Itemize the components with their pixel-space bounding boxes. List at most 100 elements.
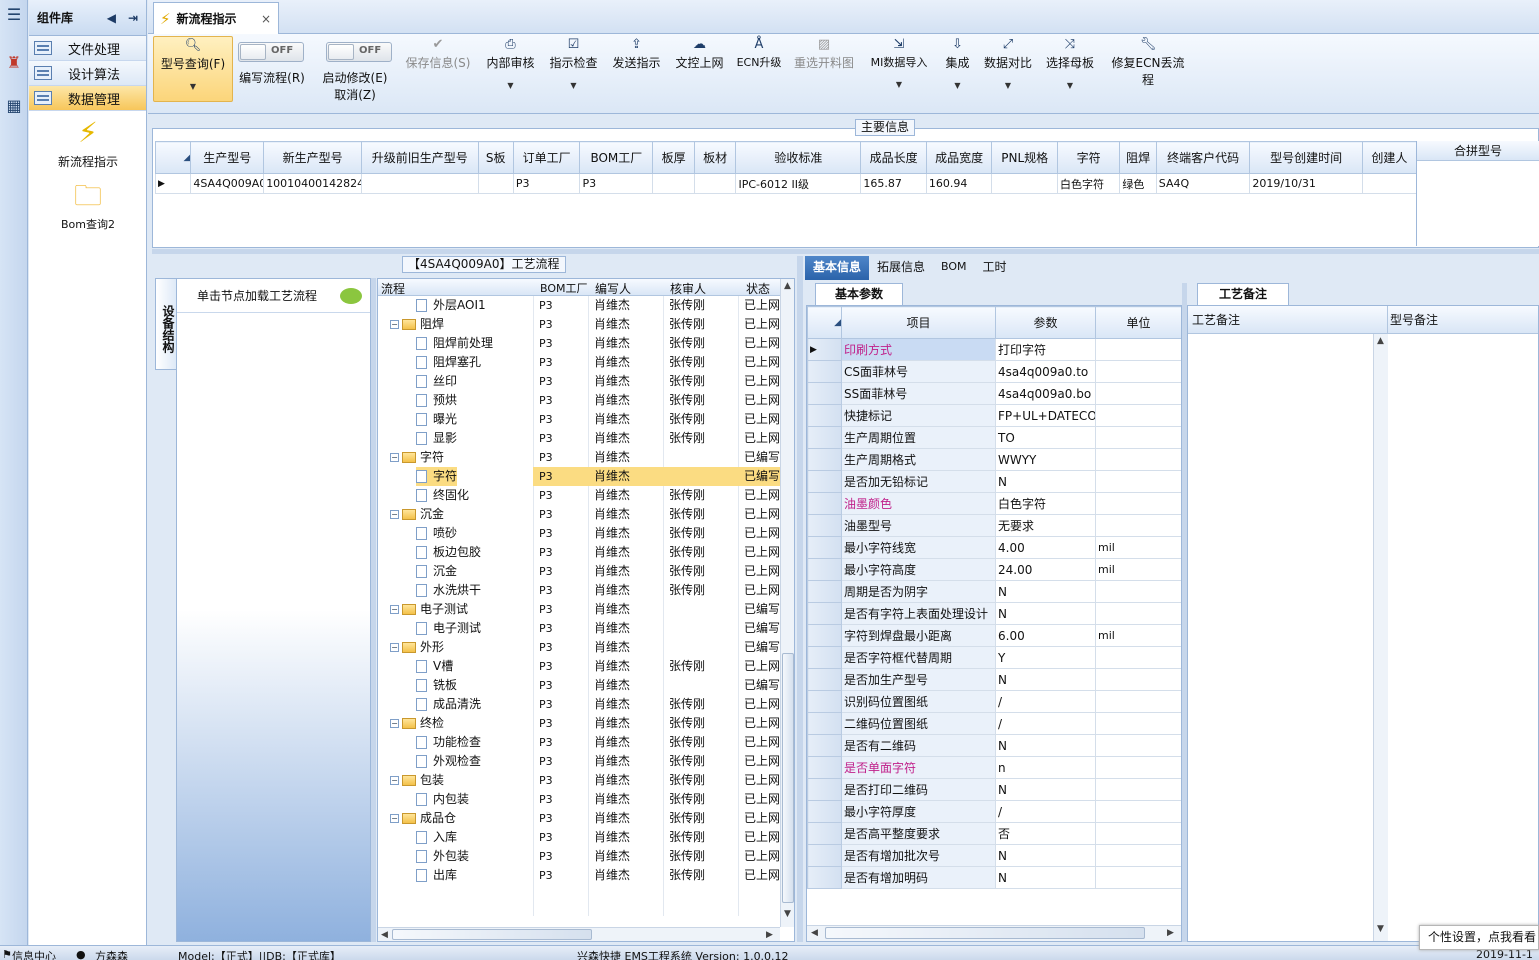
reselect-cutting-button[interactable]: ▨ 重选开料图 [791, 36, 857, 71]
flow-tree-row[interactable]: 电子测试 P3 肖维杰 已编写 [378, 619, 780, 638]
flow-tree-row[interactable]: − 电子测试 P3 肖维杰 已编写 [378, 600, 780, 619]
main-info-cell[interactable] [360, 173, 479, 194]
param-value[interactable]: / [995, 800, 1096, 823]
flow-tree-row[interactable]: − 阻焊 P3 肖维杰 张传刚 已上网 [378, 315, 780, 334]
collapse-icon[interactable]: − [390, 605, 399, 614]
flow-tree-row[interactable]: − 包装 P3 肖维杰 张传刚 已上网 [378, 771, 780, 790]
collapse-icon[interactable]: − [390, 814, 399, 823]
scroll-left-icon[interactable]: ◀ [381, 930, 388, 940]
collapse-icon[interactable]: − [390, 320, 399, 329]
doc-online-button[interactable]: ☁ 文控上网 [672, 36, 727, 71]
param-row[interactable]: 二维码位置图纸 / [807, 712, 1181, 735]
param-value[interactable]: / [995, 690, 1096, 713]
main-info-cell[interactable]: 绿色 [1119, 173, 1157, 194]
param-row[interactable]: 是否加生产型号 N [807, 668, 1181, 691]
flow-tree-row[interactable]: 水洗烘干 P3 肖维杰 张传刚 已上网 [378, 581, 780, 600]
flow-tree-row[interactable]: − 沉金 P3 肖维杰 张传刚 已上网 [378, 505, 780, 524]
flow-tree-hscrollbar[interactable]: ◀ ▶ [378, 927, 780, 941]
main-info-header[interactable]: 板厚 [652, 141, 695, 174]
mi-import-button[interactable]: ⇲ MI数据导入 ▼ [866, 36, 932, 89]
bom-query-shortcut[interactable]: 🗀 Bom查询2 [29, 178, 147, 232]
param-value[interactable]: Y [995, 646, 1096, 669]
main-info-cell[interactable]: 4SA4Q009A0 [190, 173, 265, 194]
param-value[interactable]: N [995, 470, 1096, 493]
library-item-file[interactable]: 文件处理 [29, 36, 146, 61]
flow-tree-row[interactable]: 喷砂 P3 肖维杰 张传刚 已上网 [378, 524, 780, 543]
flow-tree-row[interactable]: 字符 P3 肖维杰 已编写 [378, 467, 780, 486]
flow-tree-row[interactable]: 预烘 P3 肖维杰 张传刚 已上网 [378, 391, 780, 410]
edit-flow-toggle[interactable]: OFF [238, 42, 304, 62]
param-value[interactable]: TO [995, 426, 1096, 449]
data-compare-button[interactable]: ⤢ 数据对比 ▼ [982, 36, 1034, 90]
flow-tree-vscrollbar[interactable]: ▲ ▼ [780, 279, 794, 927]
main-info-header[interactable]: BOM工厂 [579, 141, 654, 174]
main-info-header[interactable]: 创建人 [1361, 141, 1417, 174]
flow-tree-row[interactable]: 板边包胶 P3 肖维杰 张传刚 已上网 [378, 543, 780, 562]
param-row[interactable]: 生产周期格式 WWYY [807, 448, 1181, 471]
model-remark-area[interactable] [1388, 334, 1538, 941]
collapse-icon[interactable]: − [390, 719, 399, 728]
send-instruction-button[interactable]: ⇪ 发送指示 [609, 36, 664, 71]
scroll-up-icon[interactable]: ▲ [784, 281, 791, 291]
flow-tree-row[interactable]: − 字符 P3 肖维杰 已编写 [378, 448, 780, 467]
param-value[interactable]: 4sa4q009a0.bo [995, 382, 1096, 405]
param-value[interactable]: N [995, 580, 1096, 603]
main-info-header[interactable]: 生产型号 [190, 141, 265, 174]
main-info-header[interactable]: 型号创建时间 [1249, 141, 1363, 174]
menu-icon[interactable]: ☰ [3, 4, 25, 26]
tab-bom[interactable]: BOM [933, 256, 975, 280]
scroll-right-icon[interactable]: ▶ [766, 930, 773, 940]
param-value[interactable]: N [995, 602, 1096, 625]
param-row[interactable]: CS面菲林号 4sa4q009a0.to [807, 360, 1181, 383]
vertical-splitter[interactable] [797, 256, 803, 942]
main-info-cell[interactable] [693, 173, 737, 194]
main-info-cell[interactable]: IPC-6012 II级 [735, 173, 862, 194]
horizontal-splitter[interactable] [152, 249, 1539, 254]
flow-tree-row[interactable]: V槽 P3 肖维杰 张传刚 已上网 [378, 657, 780, 676]
flow-tree-row[interactable]: − 终检 P3 肖维杰 张传刚 已上网 [378, 714, 780, 733]
flow-tree-row[interactable]: 阻焊前处理 P3 肖维杰 张传刚 已上网 [378, 334, 780, 353]
scroll-thumb[interactable] [782, 653, 794, 903]
flow-tree-row[interactable]: 出库 P3 肖维杰 张传刚 已上网 [378, 866, 780, 885]
param-row[interactable]: 是否加无铅标记 N [807, 470, 1181, 493]
param-value[interactable]: / [995, 712, 1096, 735]
library-item-design[interactable]: 设计算法 [29, 61, 146, 86]
tab-equipment-structure[interactable]: 设备结构 [155, 278, 177, 370]
param-value[interactable]: FP+UL+DATECODE [995, 404, 1096, 427]
close-icon[interactable]: × [261, 12, 271, 26]
flow-tree-row[interactable]: − 成品仓 P3 肖维杰 张传刚 已上网 [378, 809, 780, 828]
main-info-header[interactable]: 成品长度 [860, 141, 927, 174]
personal-settings-tooltip[interactable]: 个性设置，点我看看 [1419, 925, 1539, 950]
flow-tree-row[interactable]: 入库 P3 肖维杰 张传刚 已上网 [378, 828, 780, 847]
collapse-icon[interactable]: − [390, 453, 399, 462]
info-center-icon[interactable]: ⚑ [2, 948, 12, 960]
instruction-check-button[interactable]: ☑ 指示检查 ▼ [546, 36, 601, 90]
main-info-header[interactable]: 订单工厂 [512, 141, 581, 174]
param-row[interactable]: 是否有增加批次号 N [807, 844, 1181, 867]
param-row[interactable]: 是否有字符上表面处理设计 N [807, 602, 1181, 625]
param-value[interactable]: 白色字符 [995, 492, 1096, 515]
main-info-cell[interactable]: SA4Q [1155, 173, 1251, 194]
scroll-right-icon[interactable]: ▶ [1167, 928, 1174, 938]
main-info-header[interactable]: 字符 [1056, 141, 1121, 174]
scroll-down-icon[interactable]: ▼ [1377, 924, 1384, 934]
main-info-cell[interactable] [477, 173, 514, 194]
flow-tree-row[interactable]: 铣板 P3 肖维杰 已编写 [378, 676, 780, 695]
param-row[interactable]: 识别码位置图纸 / [807, 690, 1181, 713]
param-value[interactable]: N [995, 778, 1096, 801]
main-info-cell[interactable]: P3 [579, 173, 654, 194]
scroll-thumb[interactable] [825, 927, 1145, 939]
main-info-cell[interactable]: P3 [512, 173, 581, 194]
flow-tree-row[interactable]: 沉金 P3 肖维杰 张传刚 已上网 [378, 562, 780, 581]
query-button[interactable]: 🔍︎ 型号查询(F) ▼ [153, 36, 233, 102]
tab-work-hours[interactable]: 工时 [975, 256, 1015, 280]
flow-tree-row[interactable]: 外观检查 P3 肖维杰 张传刚 已上网 [378, 752, 780, 771]
param-value[interactable]: 无要求 [995, 514, 1096, 537]
scroll-thumb[interactable] [392, 929, 592, 940]
param-value[interactable]: 4.00 [995, 536, 1096, 559]
param-row[interactable]: 是否字符框代替周期 Y [807, 646, 1181, 669]
calculator-icon[interactable]: ▦ [3, 95, 25, 117]
main-info-cell[interactable] [1361, 173, 1417, 194]
flow-tree-row[interactable]: 功能检查 P3 肖维杰 张传刚 已上网 [378, 733, 780, 752]
param-value[interactable]: 24.00 [995, 558, 1096, 581]
